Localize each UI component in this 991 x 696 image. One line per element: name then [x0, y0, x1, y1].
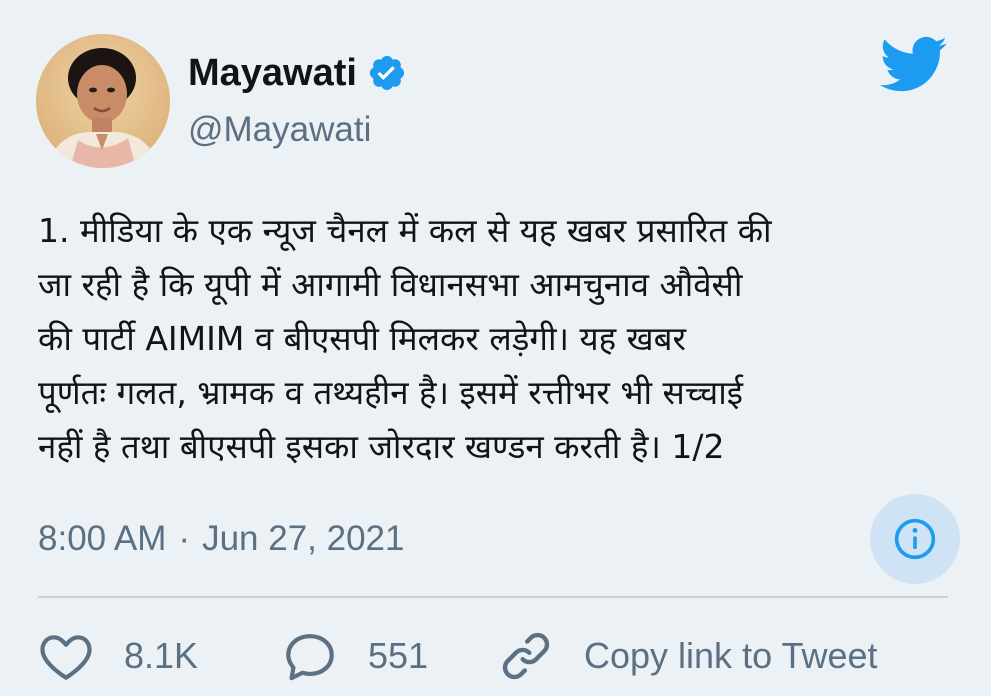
avatar[interactable]: [36, 34, 170, 168]
reply-button[interactable]: 551: [282, 626, 428, 686]
info-button[interactable]: [870, 494, 960, 584]
info-icon: [894, 518, 936, 560]
link-icon: [502, 632, 550, 680]
reply-bubble-icon: [286, 634, 334, 681]
tweet-time: 8:00 AM: [38, 519, 167, 558]
like-button[interactable]: 8.1K: [38, 626, 198, 686]
heart-icon: [40, 635, 92, 680]
tweet-text: 1. मीडिया के एक न्यूज चैनल में कल से यह …: [38, 211, 772, 466]
reply-count: 551: [368, 635, 429, 676]
like-count: 8.1K: [124, 635, 199, 676]
author-name[interactable]: Mayawati: [188, 50, 357, 96]
tweet-timestamp[interactable]: 8:00 AM · Jun 27, 2021: [38, 514, 404, 564]
tweet-card: Mayawati @Mayawati 1. मीडिया के एक न्यूज…: [0, 0, 991, 696]
author-name-row[interactable]: Mayawati: [188, 50, 407, 96]
timestamp-separator: ·: [178, 519, 191, 558]
tweet-actions: 8.1K 551 Copy link to Tweet: [38, 626, 958, 686]
copy-link-button[interactable]: Copy link to Tweet: [498, 626, 877, 686]
twitter-bird-icon[interactable]: [879, 36, 948, 96]
verified-badge-icon: [367, 53, 407, 93]
author-handle[interactable]: @Mayawati: [188, 108, 371, 152]
profile-photo: [36, 34, 170, 168]
copy-link-label: Copy link to Tweet: [584, 635, 878, 676]
divider: [38, 596, 948, 598]
tweet-date: Jun 27, 2021: [202, 519, 405, 558]
